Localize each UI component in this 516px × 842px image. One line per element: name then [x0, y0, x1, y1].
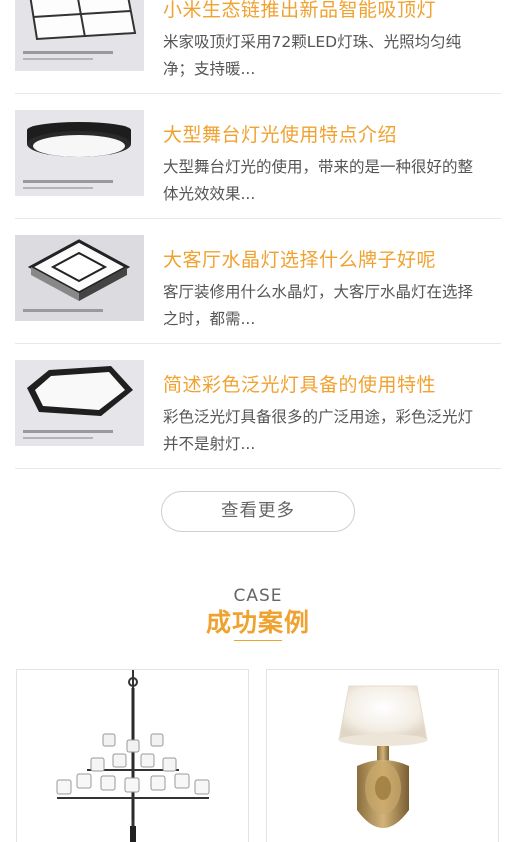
news-description: 彩色泛光灯具备很多的广泛用途，彩色泛光灯并不是射灯...: [163, 408, 474, 453]
section-title: 成功案例: [205, 608, 310, 637]
news-thumbnail[interactable]: [15, 235, 144, 321]
news-item[interactable]: 简述彩色泛光灯具备的使用特性 彩色泛光灯具备很多的广泛用途，彩色泛光灯并不是射灯…: [15, 344, 501, 469]
news-description: 大型舞台灯光的使用，带来的是一种很好的整体光效效果...: [163, 158, 474, 203]
news-title[interactable]: 简述彩色泛光灯具备的使用特性: [163, 370, 501, 397]
wall-lamp-image: [338, 685, 428, 828]
news-title[interactable]: 大客厅水晶灯选择什么牌子好呢: [163, 245, 501, 272]
news-title[interactable]: 大型舞台灯光使用特点介绍: [163, 120, 501, 147]
news-thumbnail[interactable]: [15, 0, 144, 71]
chandelier-image: [56, 670, 210, 842]
news-description: 米家吸顶灯采用72颗LED灯珠、光照均匀纯净；支持暖...: [163, 33, 462, 78]
news-item[interactable]: 大型舞台灯光使用特点介绍 大型舞台灯光的使用，带来的是一种很好的整体光效效果..…: [15, 94, 501, 219]
news-item[interactable]: 大客厅水晶灯选择什么牌子好呢 客厅装修用什么水晶灯，大客厅水晶灯在选择之时，都需…: [15, 219, 501, 344]
case-card-chandelier[interactable]: [16, 669, 249, 842]
view-more-button[interactable]: 查看更多: [161, 491, 355, 532]
news-description: 客厅装修用什么水晶灯，大客厅水晶灯在选择之时，都需...: [163, 283, 474, 328]
news-thumbnail[interactable]: [15, 360, 144, 446]
case-card-wall-lamp[interactable]: [266, 669, 499, 842]
news-list: 小米生态链推出新品智能吸顶灯 米家吸顶灯采用72颗LED灯珠、光照均匀纯净；支持…: [15, 0, 501, 469]
news-item[interactable]: 小米生态链推出新品智能吸顶灯 米家吸顶灯采用72颗LED灯珠、光照均匀纯净；支持…: [15, 0, 501, 94]
news-title[interactable]: 小米生态链推出新品智能吸顶灯: [163, 0, 501, 22]
title-underline: [234, 640, 282, 641]
news-thumbnail[interactable]: [15, 110, 144, 196]
